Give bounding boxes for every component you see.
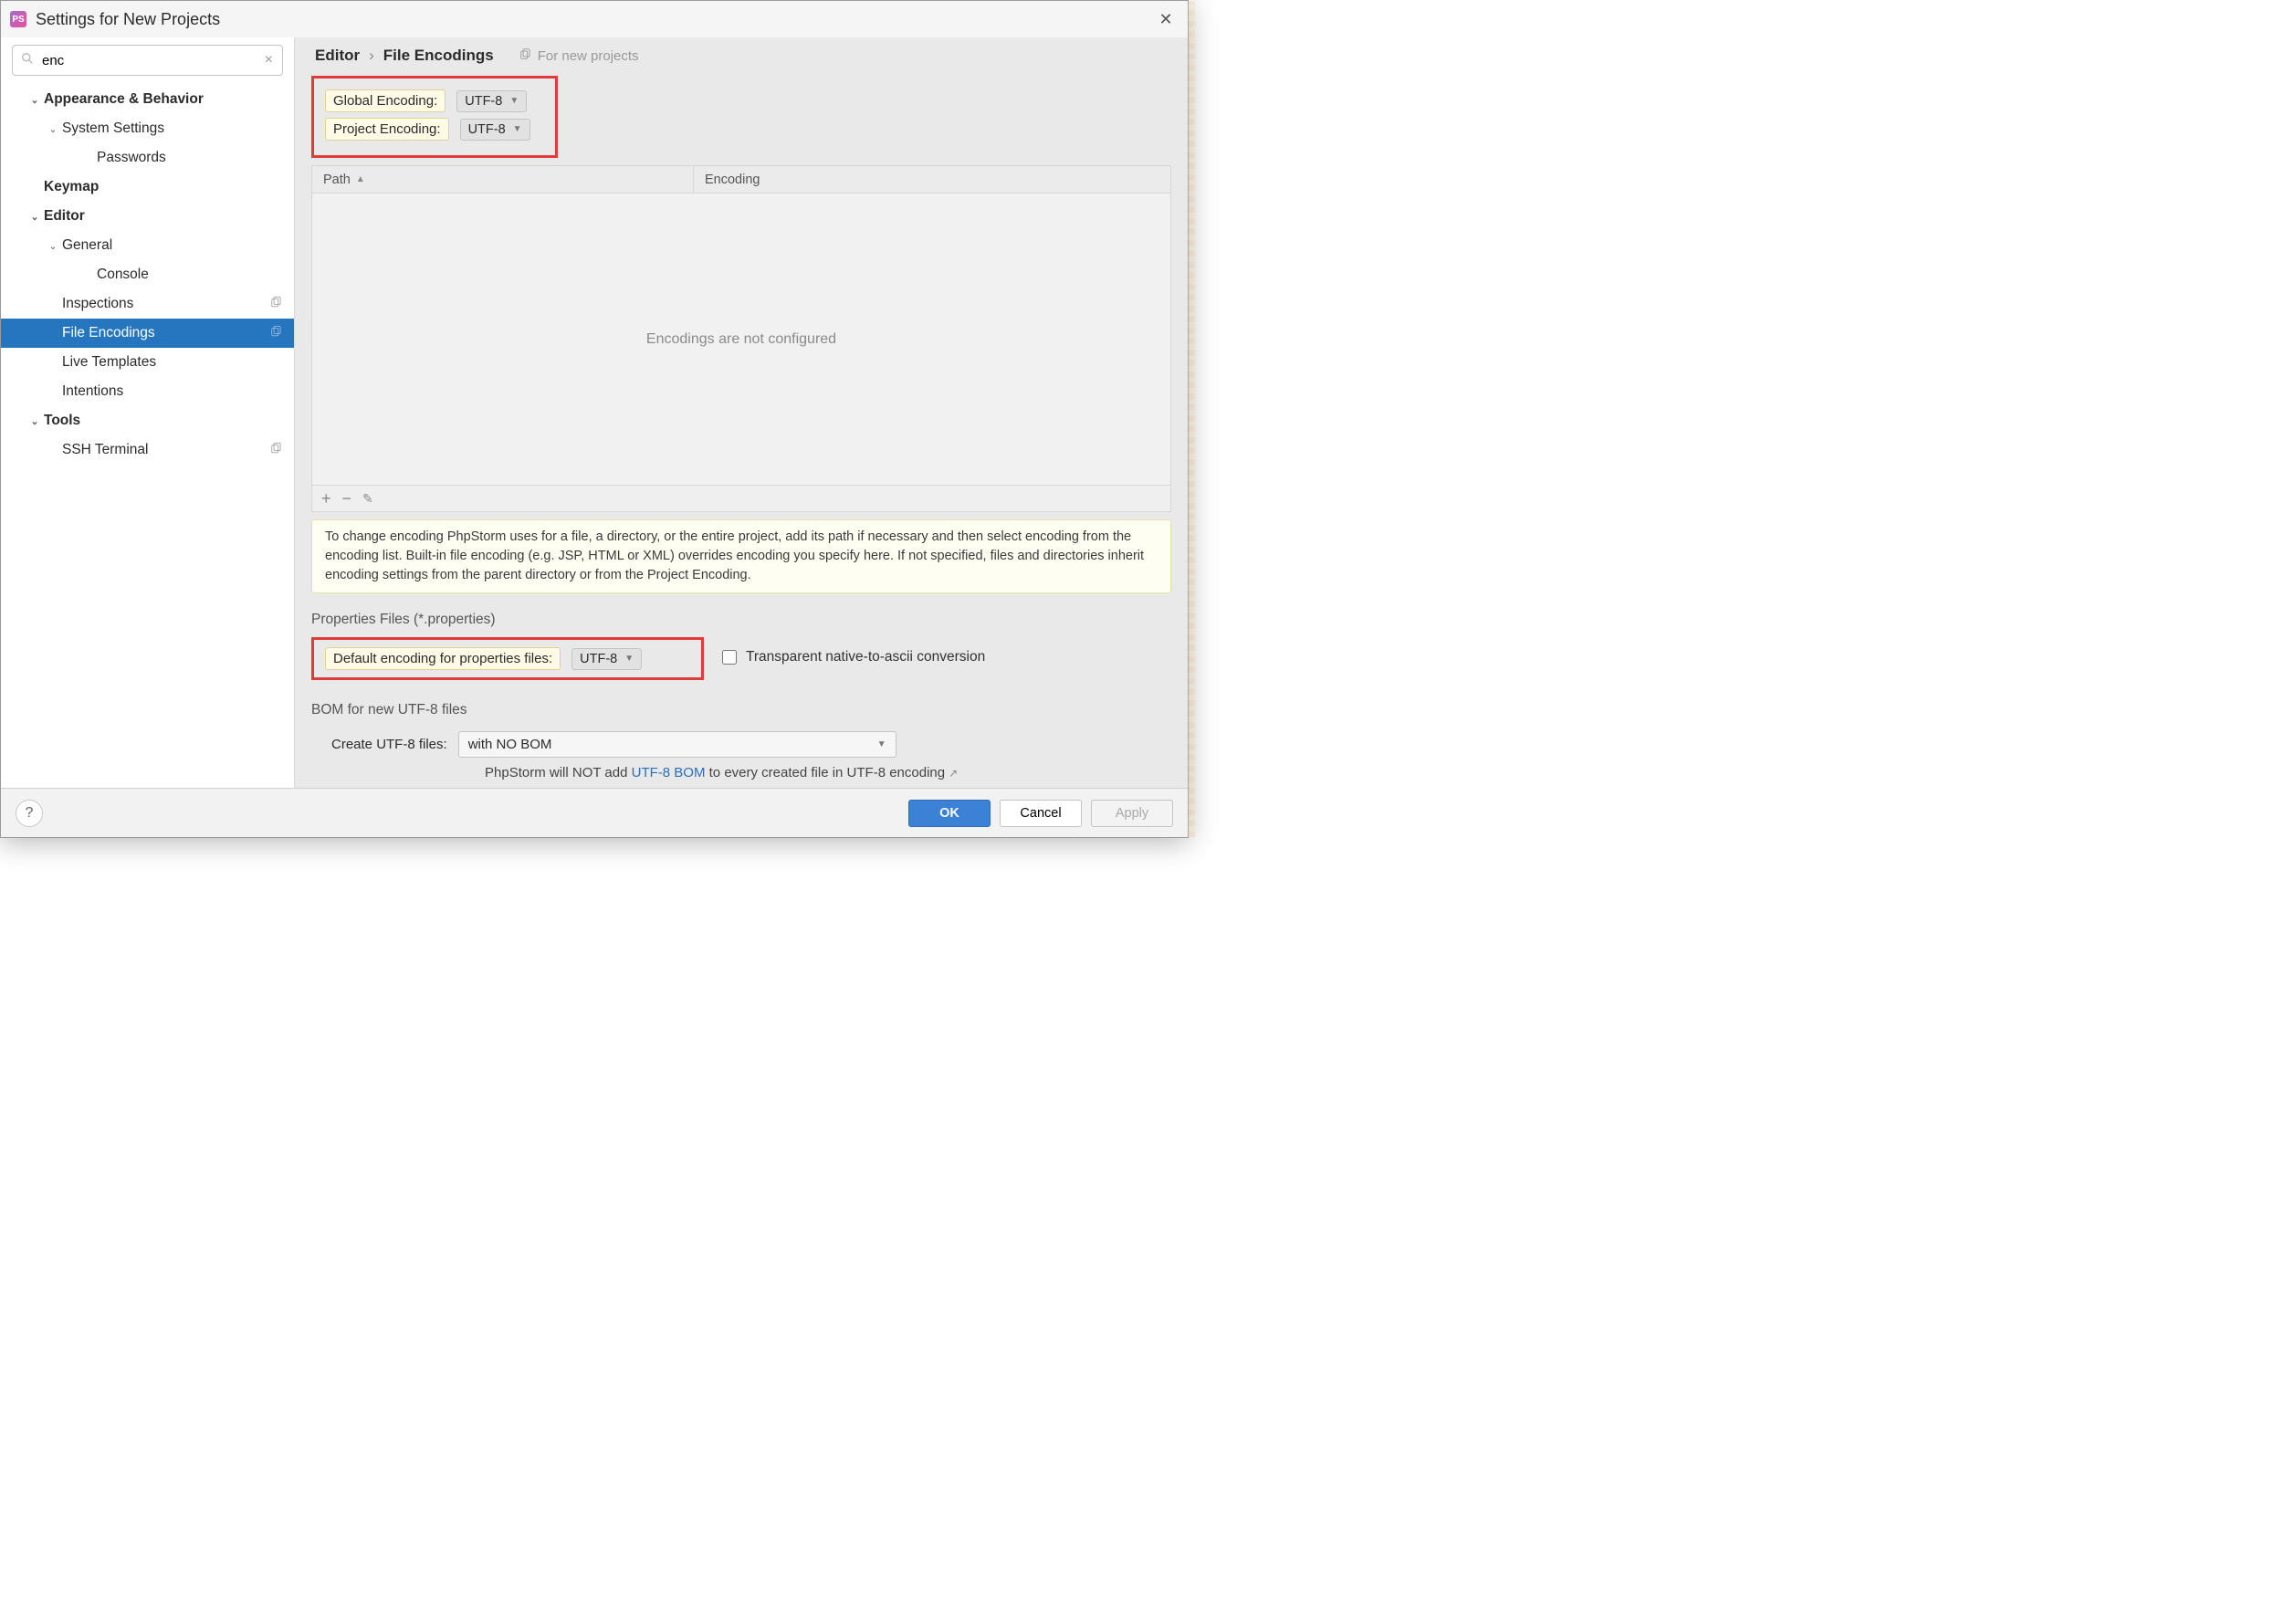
- copy-icon: [270, 325, 283, 342]
- bom-note: PhpStorm will NOT add UTF-8 BOM to every…: [311, 765, 1171, 780]
- main-panel: Editor › File Encodings For new projects…: [295, 37, 1188, 788]
- add-row-button[interactable]: +: [321, 489, 331, 508]
- create-utf8-dropdown[interactable]: with NO BOM ▼: [458, 731, 896, 758]
- breadcrumb: Editor › File Encodings For new projects: [295, 37, 1188, 72]
- apply-button[interactable]: Apply: [1091, 800, 1173, 827]
- tree-item[interactable]: Intentions: [1, 377, 294, 406]
- sidebar: × ⌄Appearance & Behavior⌄System Settings…: [1, 37, 295, 788]
- external-link-icon: ↗: [949, 767, 958, 780]
- tree-item-label: Passwords: [97, 150, 166, 166]
- tree-item-label: Appearance & Behavior: [44, 91, 204, 108]
- column-path-header[interactable]: Path ▲: [312, 166, 694, 193]
- project-encoding-dropdown[interactable]: UTF-8 ▼: [460, 119, 530, 141]
- tree-item[interactable]: ⌄Appearance & Behavior: [1, 85, 294, 114]
- tree-item-label: Intentions: [62, 383, 123, 400]
- titlebar: PS Settings for New Projects ✕: [1, 1, 1188, 37]
- search-box[interactable]: ×: [12, 45, 283, 76]
- column-encoding-header[interactable]: Encoding: [694, 173, 1170, 187]
- info-banner: To change encoding PhpStorm uses for a f…: [311, 519, 1171, 593]
- create-utf8-label: Create UTF-8 files:: [331, 737, 447, 752]
- tree-item-label: Keymap: [44, 179, 99, 195]
- utf8-bom-link[interactable]: UTF-8 BOM: [632, 765, 706, 780]
- search-icon: [20, 51, 35, 69]
- remove-row-button[interactable]: −: [342, 489, 352, 508]
- chevron-down-icon: ⌄: [47, 240, 59, 252]
- tree-item[interactable]: ⌄General: [1, 231, 294, 260]
- tree-item-label: Inspections: [62, 296, 133, 312]
- project-encoding-label: Project Encoding:: [325, 118, 449, 141]
- tree-item[interactable]: Keymap: [1, 173, 294, 202]
- transparent-ascii-input[interactable]: [722, 650, 737, 665]
- copy-icon: [519, 47, 532, 64]
- tree-item[interactable]: ⌄Editor: [1, 202, 294, 231]
- tree-item[interactable]: SSH Terminal: [1, 435, 294, 465]
- copy-icon: [270, 442, 283, 459]
- sort-asc-icon: ▲: [356, 174, 365, 184]
- close-icon[interactable]: ✕: [1153, 6, 1179, 32]
- properties-section-title: Properties Files (*.properties): [311, 612, 1171, 628]
- chevron-down-icon: ⌄: [28, 211, 41, 223]
- cancel-button[interactable]: Cancel: [1000, 800, 1082, 827]
- ok-button[interactable]: OK: [908, 800, 991, 827]
- tree-item[interactable]: Inspections: [1, 289, 294, 319]
- chevron-down-icon: ⌄: [47, 123, 59, 135]
- app-icon: PS: [10, 11, 26, 27]
- help-button[interactable]: ?: [16, 800, 43, 827]
- scope-hint: For new projects: [519, 47, 639, 64]
- tree-item[interactable]: ⌄Tools: [1, 406, 294, 435]
- tree-item-label: File Encodings: [62, 325, 155, 341]
- bom-section-title: BOM for new UTF-8 files: [311, 702, 1171, 718]
- tree-item-label: System Settings: [62, 120, 164, 137]
- properties-highlight-box: Default encoding for properties files: U…: [311, 637, 704, 680]
- tree-item-label: Console: [97, 267, 149, 283]
- global-encoding-label: Global Encoding:: [325, 89, 446, 112]
- copy-icon: [270, 296, 283, 313]
- clear-search-icon[interactable]: ×: [263, 52, 275, 68]
- tree-item-label: SSH Terminal: [62, 442, 148, 458]
- encoding-highlight-box: Global Encoding: UTF-8 ▼ Project Encodin…: [311, 76, 558, 158]
- transparent-ascii-checkbox[interactable]: Transparent native-to-ascii conversion: [722, 649, 985, 665]
- tree-item[interactable]: ⌄System Settings: [1, 114, 294, 143]
- tree-item-label: General: [62, 237, 112, 254]
- encodings-table: Path ▲ Encoding Encodings are not config…: [311, 165, 1171, 485]
- settings-dialog: PS Settings for New Projects ✕ × ⌄Appear…: [0, 0, 1189, 838]
- tree-item[interactable]: Live Templates: [1, 348, 294, 377]
- chevron-down-icon: ▼: [877, 739, 886, 749]
- tree-item[interactable]: Console: [1, 260, 294, 289]
- tree-item-label: Live Templates: [62, 354, 156, 371]
- properties-default-label: Default encoding for properties files:: [325, 647, 561, 670]
- chevron-down-icon: ▼: [509, 96, 519, 106]
- table-toolbar: + − ✎: [311, 485, 1171, 512]
- breadcrumb-root[interactable]: Editor: [315, 47, 360, 65]
- chevron-down-icon: ▼: [513, 124, 522, 134]
- tree-item-label: Tools: [44, 413, 80, 429]
- settings-tree[interactable]: ⌄Appearance & Behavior⌄System SettingsPa…: [1, 81, 294, 788]
- tree-item-label: Editor: [44, 208, 85, 225]
- background-edge: [1188, 1, 1195, 837]
- chevron-right-icon: ›: [369, 47, 374, 65]
- edit-row-button[interactable]: ✎: [362, 491, 373, 507]
- window-title: Settings for New Projects: [36, 10, 1153, 29]
- chevron-down-icon: ⌄: [28, 415, 41, 427]
- breadcrumb-leaf: File Encodings: [383, 47, 494, 65]
- chevron-down-icon: ▼: [624, 654, 634, 664]
- table-empty-message: Encodings are not configured: [312, 194, 1170, 485]
- chevron-down-icon: ⌄: [28, 94, 41, 106]
- properties-encoding-dropdown[interactable]: UTF-8 ▼: [571, 648, 642, 670]
- tree-item[interactable]: File Encodings: [1, 319, 294, 348]
- search-input[interactable]: [35, 53, 263, 68]
- table-header: Path ▲ Encoding: [312, 166, 1170, 194]
- global-encoding-dropdown[interactable]: UTF-8 ▼: [456, 90, 527, 112]
- tree-item[interactable]: Passwords: [1, 143, 294, 173]
- dialog-footer: ? OK Cancel Apply: [1, 788, 1188, 837]
